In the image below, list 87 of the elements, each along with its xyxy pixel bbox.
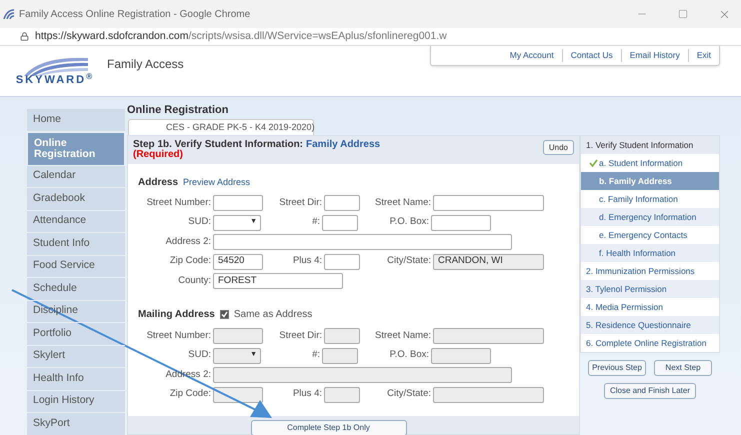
- step-item[interactable]: d. Emergency Information: [581, 208, 719, 226]
- step-label: a. Student Information: [599, 156, 683, 170]
- url-path: /scripts/wsisa.dll/WService=wsEAplus/sfonlinereg001.w: [188, 28, 447, 44]
- step-label: d. Emergency Information: [599, 210, 696, 224]
- url-host: https://skyward.sdofcrandon.com: [35, 28, 188, 44]
- complete-step-button[interactable]: Complete Step 1b Only: [250, 420, 406, 435]
- sidebar-item[interactable]: Food Service: [27, 256, 125, 278]
- sidebar-item[interactable]: Gradebook: [27, 188, 125, 210]
- logo-text: SKYWARD$^{®}$: [16, 75, 94, 86]
- step-label: 1. Verify Student Information: [586, 138, 694, 152]
- sidebar-item[interactable]: Login History: [27, 390, 125, 413]
- input-field[interactable]: [213, 234, 512, 250]
- next-step-button[interactable]: Next Step: [654, 360, 712, 376]
- sidebar-item[interactable]: Health Info: [27, 368, 125, 390]
- header-link[interactable]: Email History: [620, 49, 688, 62]
- close-finish-later-button[interactable]: Close and Finish Later: [604, 383, 696, 399]
- sidebar-item[interactable]: Skylert: [27, 346, 125, 368]
- input-field[interactable]: FOREST: [213, 273, 343, 289]
- field-label: City/State:: [386, 254, 432, 268]
- step-label: 6. Complete Online Registration: [586, 336, 706, 350]
- step-subtitle: Family Address: [306, 140, 380, 150]
- field-label: P.O. Box:: [388, 215, 430, 230]
- sidebar-item[interactable]: Schedule: [27, 278, 125, 300]
- step-label: 4. Media Permission: [586, 300, 664, 314]
- field-label: Street Number:: [146, 328, 212, 343]
- previous-step-button[interactable]: Previous Step: [588, 360, 646, 376]
- field-label: Street Number:: [146, 196, 212, 210]
- step-item[interactable]: 5. Residence Questionnaire: [581, 316, 719, 334]
- step-label: 3. Tylenol Permission: [586, 282, 667, 296]
- lock-icon: [20, 32, 29, 41]
- header-link[interactable]: Exit: [688, 49, 719, 62]
- field-label: Street Name:: [374, 196, 432, 210]
- step-label: b. Family Address: [599, 174, 672, 188]
- sidebar-item[interactable]: Student Info: [27, 233, 125, 256]
- field-label: Zip Code:: [168, 387, 212, 402]
- field-label: #:: [311, 348, 321, 362]
- field-label: P.O. Box:: [388, 348, 430, 362]
- step-title: Step 1b. Verify Student Information:: [133, 140, 304, 150]
- sidebar-item[interactable]: Attendance: [27, 210, 125, 233]
- step-item[interactable]: f. Health Information: [581, 244, 719, 262]
- input-field[interactable]: [324, 195, 360, 211]
- step-label: 5. Residence Questionnaire: [586, 318, 691, 332]
- window-title: Family Access Online Registration - Google Chrome: [19, 8, 250, 22]
- maximize-icon[interactable]: [678, 9, 688, 19]
- page-title: Online Registration: [127, 103, 230, 117]
- step-label: e. Emergency Contacts: [599, 228, 688, 242]
- student-tab[interactable]: CES - GRADE PK-5 - K4 2019-2020): [128, 119, 314, 135]
- input-field[interactable]: 54520: [213, 254, 263, 270]
- step-label: c. Family Information: [599, 192, 678, 206]
- field-label: Street Dir:: [278, 196, 323, 210]
- checkbox-label: Same as Address: [234, 308, 312, 322]
- field-label: Plus 4:: [292, 254, 323, 268]
- app-icon: [3, 9, 15, 19]
- input-field[interactable]: [431, 214, 491, 230]
- checkmark-icon: [589, 159, 598, 167]
- input-field[interactable]: [213, 195, 263, 211]
- sidebar-item[interactable]: Calendar: [27, 166, 125, 188]
- field-label: #:: [311, 215, 321, 230]
- field-label: City/State:: [386, 387, 432, 402]
- field-label: Zip Code:: [168, 254, 212, 268]
- step-item[interactable]: 3. Tylenol Permission: [581, 280, 719, 298]
- field-label: SUD:: [187, 215, 212, 230]
- step-label: 2. Immunization Permissions: [586, 264, 695, 278]
- input-field[interactable]: [433, 195, 544, 211]
- required-label: (Required): [133, 150, 183, 160]
- app-name: Family Access: [107, 56, 184, 73]
- field-label: Plus 4:: [292, 387, 323, 402]
- input-field[interactable]: [324, 254, 360, 270]
- section-title: Mailing Address: [138, 308, 215, 322]
- address-bar[interactable]: https://skyward.sdofcrandon.com/scripts/wsisa.dll/WService=wsEAplus/sfonlinereg001.w: [0, 28, 741, 46]
- field-label: Street Name:: [374, 328, 432, 343]
- sidebar-item[interactable]: SkyPort: [27, 413, 125, 435]
- section-title: Address: [138, 176, 178, 190]
- header-link[interactable]: Contact Us: [562, 49, 621, 62]
- undo-button[interactable]: Undo: [542, 140, 574, 155]
- checkbox[interactable]: [220, 310, 229, 319]
- step-item[interactable]: 1. Verify Student Information: [581, 136, 719, 154]
- step-label: f. Health Information: [599, 246, 676, 260]
- header-link[interactable]: My Account: [502, 49, 562, 62]
- preview-address-link[interactable]: Preview Address: [183, 176, 250, 190]
- field-label: Street Dir:: [278, 328, 323, 343]
- field-label: Address 2:: [164, 234, 212, 249]
- sidebar-item[interactable]: Portfolio: [27, 323, 125, 346]
- input-field[interactable]: [322, 214, 358, 230]
- checkmark-icon: [220, 311, 228, 318]
- field-label: SUD:: [187, 348, 212, 362]
- field-label: County:: [177, 274, 212, 288]
